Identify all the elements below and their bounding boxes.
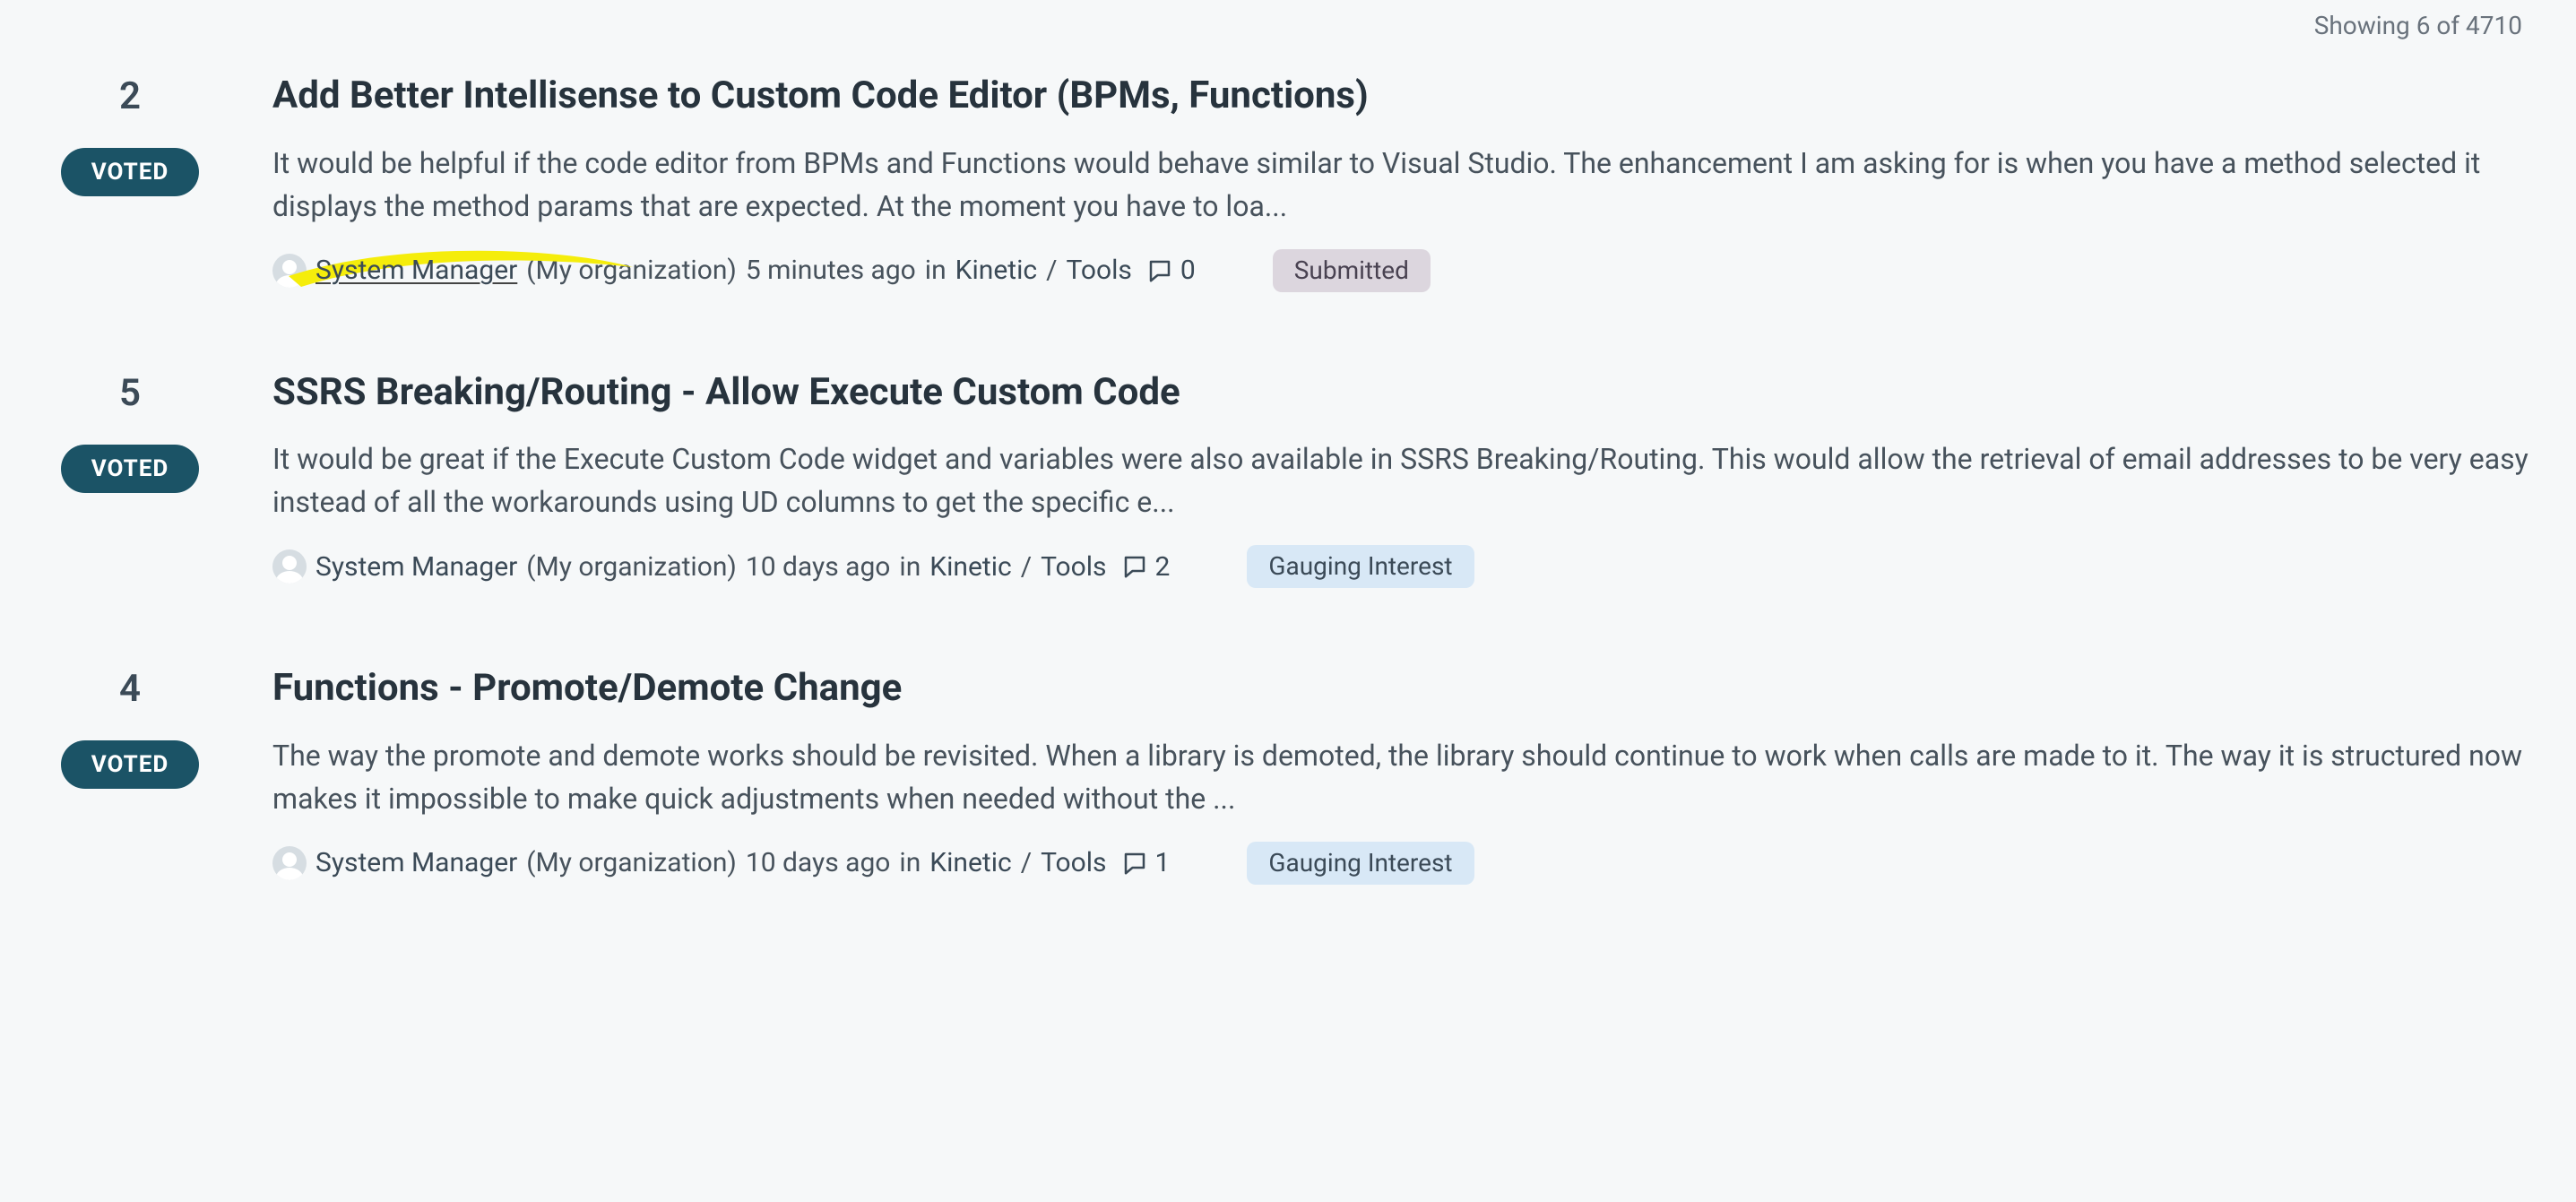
idea-row: 2 VOTED Add Better Intellisense to Custom … [36, 73, 2540, 292]
idea-content: Add Better Intellisense to Custom Code E… [272, 73, 2540, 292]
idea-description: It would be helpful if the code editor f… [272, 142, 2540, 228]
avatar [272, 549, 307, 584]
comments-link[interactable]: 1 [1121, 847, 1171, 878]
idea-meta: System Manager (My organization) 10 days a… [272, 842, 2540, 885]
vote-count: 4 [119, 670, 141, 708]
idea-title[interactable]: Functions - Promote/Demote Change [272, 665, 2540, 713]
comment-icon [1121, 850, 1148, 877]
category-separator: / [1021, 847, 1032, 878]
vote-column: 4 VOTED [36, 665, 224, 789]
avatar [272, 846, 307, 880]
category-link[interactable]: Tools [1066, 255, 1131, 286]
comment-count: 1 [1155, 847, 1171, 878]
category-link[interactable]: Kinetic [929, 551, 1011, 583]
idea-content: SSRS Breaking/Routing - Allow Execute Cu… [272, 369, 2540, 589]
author-org: (My organization) [526, 551, 737, 583]
status-badge: Submitted [1273, 249, 1431, 292]
idea-meta: System Manager (My organization) 10 days a… [272, 545, 2540, 588]
category-link[interactable]: Kinetic [955, 255, 1037, 286]
idea-title[interactable]: SSRS Breaking/Routing - Allow Execute Cu… [272, 369, 2540, 417]
results-count: Showing 6 of 4710 [36, 11, 2540, 73]
idea-description: The way the promote and demote works sho… [272, 734, 2540, 820]
author-org: (My organization) [526, 847, 737, 878]
idea-title[interactable]: Add Better Intellisense to Custom Code E… [272, 73, 2540, 120]
status-badge: Gauging Interest [1247, 545, 1474, 588]
timestamp: 10 days ago [746, 847, 891, 878]
comment-count: 0 [1180, 255, 1196, 286]
idea-description: It would be great if the Execute Custom … [272, 437, 2540, 523]
voted-button[interactable]: VOTED [61, 740, 200, 789]
voted-button[interactable]: VOTED [61, 445, 200, 493]
idea-meta: System Manager (My organization) 5 minutes… [272, 249, 2540, 292]
vote-count: 5 [119, 375, 141, 412]
voted-button[interactable]: VOTED [61, 148, 200, 196]
comment-count: 2 [1155, 551, 1171, 583]
vote-count: 2 [119, 78, 141, 116]
in-label: in [925, 255, 947, 286]
comments-link[interactable]: 2 [1121, 551, 1171, 583]
category-separator: / [1021, 551, 1032, 583]
in-label: in [899, 551, 921, 583]
comment-icon [1121, 553, 1148, 580]
idea-row: 5 VOTED SSRS Breaking/Routing - Allow Exec… [36, 369, 2540, 589]
author-link[interactable]: System Manager [316, 847, 517, 878]
category-link[interactable]: Tools [1041, 847, 1106, 878]
author-link[interactable]: System Manager [316, 551, 517, 583]
comment-icon [1146, 257, 1173, 284]
in-label: in [899, 847, 921, 878]
vote-column: 2 VOTED [36, 73, 224, 196]
timestamp: 5 minutes ago [746, 255, 916, 286]
idea-content: Functions - Promote/Demote Change The way… [272, 665, 2540, 885]
author-link[interactable]: System Manager [316, 255, 517, 286]
idea-row: 4 VOTED Functions - Promote/Demote Change T… [36, 665, 2540, 885]
category-separator: / [1046, 255, 1057, 286]
status-badge: Gauging Interest [1247, 842, 1474, 885]
avatar [272, 254, 307, 288]
category-link[interactable]: Kinetic [929, 847, 1011, 878]
vote-column: 5 VOTED [36, 369, 224, 493]
author-org: (My organization) [526, 255, 737, 286]
category-link[interactable]: Tools [1041, 551, 1106, 583]
timestamp: 10 days ago [746, 551, 891, 583]
comments-link[interactable]: 0 [1146, 255, 1196, 286]
